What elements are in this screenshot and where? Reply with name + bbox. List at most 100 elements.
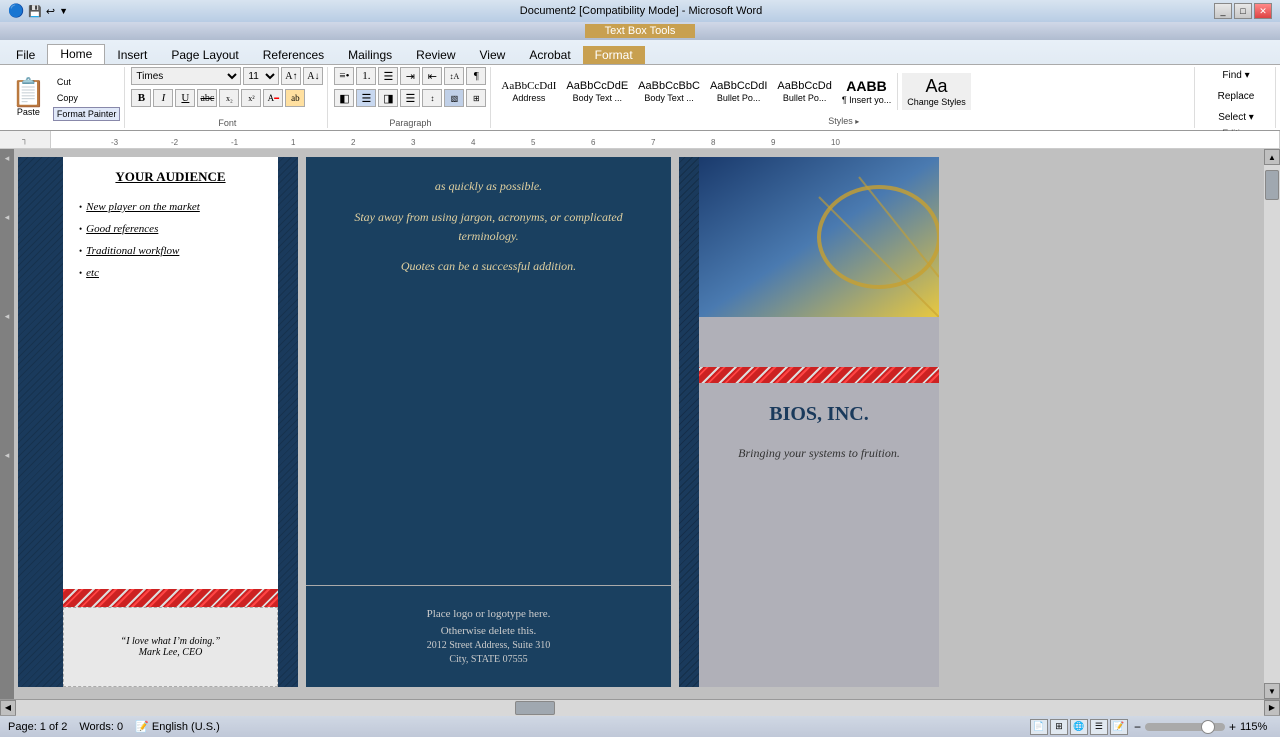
- scroll-h-thumb[interactable]: [515, 701, 555, 715]
- borders-button[interactable]: ⊞: [466, 89, 486, 107]
- status-bar-left: Page: 1 of 2 Words: 0 📝 English (U.S.): [8, 720, 220, 733]
- left-panel-dark-strip-left: [18, 157, 63, 687]
- font-name-select[interactable]: Times: [131, 67, 241, 85]
- maximize-btn[interactable]: □: [1234, 3, 1252, 19]
- zoom-thumb[interactable]: [1201, 720, 1215, 734]
- web-view-icon[interactable]: 🌐: [1070, 719, 1088, 735]
- middle-dark-section: as quickly as possible. Stay away from u…: [306, 157, 671, 585]
- style-insert-label: ¶ Insert yo...: [842, 95, 891, 105]
- decrease-indent-button[interactable]: ⇤: [422, 67, 442, 85]
- right-scrollbar[interactable]: ▲ ▼: [1264, 149, 1280, 699]
- tab-page-layout[interactable]: Page Layout: [159, 46, 250, 64]
- left-panel-quote-box[interactable]: “I love what I’m doing.” Mark Lee, CEO: [63, 607, 278, 687]
- sidebar-marker-4: ◂: [5, 450, 10, 461]
- sort-button[interactable]: ↕A: [444, 67, 464, 85]
- window-controls[interactable]: _ □ ✕: [1214, 3, 1272, 19]
- svg-text:-3: -3: [111, 138, 119, 147]
- scroll-track[interactable]: [1264, 165, 1280, 683]
- bullet-dot-1: •: [79, 202, 82, 212]
- align-left-button[interactable]: ◧: [334, 89, 354, 107]
- style-insert[interactable]: AABB ¶ Insert yo...: [838, 76, 895, 107]
- bullet-text-1: New player on the market: [86, 201, 200, 213]
- style-address-label: Address: [512, 93, 545, 103]
- text-color-button[interactable]: A▬: [263, 89, 283, 107]
- paste-label: Paste: [17, 107, 40, 117]
- style-body-text-2[interactable]: AaBbCcBbC Body Text ...: [634, 78, 704, 105]
- quick-access-undo[interactable]: ↩: [46, 5, 55, 18]
- panel-right: BIOS, INC. Bringing your systems to frui…: [679, 157, 939, 687]
- minimize-btn[interactable]: _: [1214, 3, 1232, 19]
- font-shrink-button[interactable]: A↓: [303, 67, 323, 85]
- styles-side-controls: Aa Change Styles: [897, 73, 971, 110]
- paragraph-row1: ≡• 1. ☰ ⇥ ⇤ ↕A ¶: [334, 67, 486, 85]
- strikethrough-button[interactable]: abc: [197, 89, 217, 107]
- numbering-button[interactable]: 1.: [356, 67, 376, 85]
- horizontal-scrollbar[interactable]: ◀ ▶: [0, 699, 1280, 715]
- align-right-button[interactable]: ◨: [378, 89, 398, 107]
- bullet-item-4: • etc: [79, 267, 262, 279]
- styles-dialog-launcher[interactable]: ▸: [855, 117, 859, 126]
- align-center-button[interactable]: ☰: [356, 89, 376, 107]
- tab-acrobat[interactable]: Acrobat: [517, 46, 582, 64]
- select-button[interactable]: Select ▾: [1201, 109, 1271, 126]
- style-bullet-2-preview: AaBbCcDd: [777, 80, 831, 93]
- show-formatting-button[interactable]: ¶: [466, 67, 486, 85]
- tab-references[interactable]: References: [251, 46, 336, 64]
- change-styles-button[interactable]: Aa Change Styles: [902, 73, 971, 110]
- tab-mailings[interactable]: Mailings: [336, 46, 404, 64]
- middle-address-1: 2012 Street Address, Suite 310: [326, 639, 651, 653]
- copy-button[interactable]: Copy: [53, 91, 121, 105]
- scroll-down-button[interactable]: ▼: [1264, 683, 1280, 699]
- font-size-select[interactable]: 11: [243, 67, 279, 85]
- style-bullet-2[interactable]: AaBbCcDd Bullet Po...: [773, 78, 835, 105]
- right-panel-photo-svg: [699, 157, 939, 317]
- scroll-thumb[interactable]: [1265, 170, 1279, 200]
- style-body-text-1[interactable]: AaBbCcDdE Body Text ...: [562, 78, 632, 105]
- paragraph-controls: ≡• 1. ☰ ⇥ ⇤ ↕A ¶ ◧ ☰ ◨ ☰ ↕ ▧ ⊞: [334, 67, 486, 116]
- paragraph-row2: ◧ ☰ ◨ ☰ ↕ ▧ ⊞: [334, 89, 486, 107]
- bullets-button[interactable]: ≡•: [334, 67, 354, 85]
- quick-access-save[interactable]: 💾: [28, 5, 42, 18]
- clipboard-small-buttons: Cut Copy Format Painter: [53, 75, 121, 121]
- full-screen-icon[interactable]: ⊞: [1050, 719, 1068, 735]
- paste-button[interactable]: 📋 Paste: [8, 76, 49, 120]
- scroll-left-button[interactable]: ◀: [0, 700, 16, 716]
- draft-view-icon[interactable]: 📝: [1110, 719, 1128, 735]
- print-view-icon[interactable]: 📄: [1030, 719, 1048, 735]
- replace-button[interactable]: Replace: [1201, 88, 1271, 105]
- format-painter-button[interactable]: Format Painter: [53, 107, 121, 121]
- bold-button[interactable]: B: [131, 89, 151, 107]
- tab-view[interactable]: View: [468, 46, 518, 64]
- find-button[interactable]: Find ▾: [1201, 67, 1271, 84]
- font-grow-button[interactable]: A↑: [281, 67, 301, 85]
- tab-format[interactable]: Format: [583, 46, 645, 64]
- subscript-button[interactable]: x₂: [219, 89, 239, 107]
- style-address[interactable]: AaBbCcDdI Address: [497, 78, 560, 105]
- zoom-in-button[interactable]: +: [1229, 720, 1236, 734]
- tab-home[interactable]: Home: [47, 44, 105, 64]
- justify-button[interactable]: ☰: [400, 89, 420, 107]
- company-tagline: Bringing your systems to fruition.: [738, 446, 900, 461]
- superscript-button[interactable]: x²: [241, 89, 261, 107]
- language-indicator: 📝 English (U.S.): [135, 720, 220, 733]
- underline-button[interactable]: U: [175, 89, 195, 107]
- multilevel-button[interactable]: ☰: [378, 67, 398, 85]
- tab-file[interactable]: File: [4, 46, 47, 64]
- tab-review[interactable]: Review: [404, 46, 467, 64]
- scroll-h-track[interactable]: [16, 700, 1264, 716]
- style-bullet-1[interactable]: AaBbCcDdI Bullet Po...: [706, 78, 771, 105]
- outline-view-icon[interactable]: ☰: [1090, 719, 1108, 735]
- quick-access-arrow[interactable]: ▼: [59, 6, 68, 16]
- italic-button[interactable]: I: [153, 89, 173, 107]
- zoom-slider[interactable]: [1145, 723, 1225, 731]
- scroll-right-button[interactable]: ▶: [1264, 700, 1280, 716]
- tab-insert[interactable]: Insert: [105, 46, 159, 64]
- line-spacing-button[interactable]: ↕: [422, 89, 442, 107]
- highlight-button[interactable]: ab: [285, 89, 305, 107]
- scroll-up-button[interactable]: ▲: [1264, 149, 1280, 165]
- increase-indent-button[interactable]: ⇥: [400, 67, 420, 85]
- cut-button[interactable]: Cut: [53, 75, 121, 89]
- zoom-out-button[interactable]: −: [1134, 720, 1141, 734]
- close-btn[interactable]: ✕: [1254, 3, 1272, 19]
- shading-button[interactable]: ▧: [444, 89, 464, 107]
